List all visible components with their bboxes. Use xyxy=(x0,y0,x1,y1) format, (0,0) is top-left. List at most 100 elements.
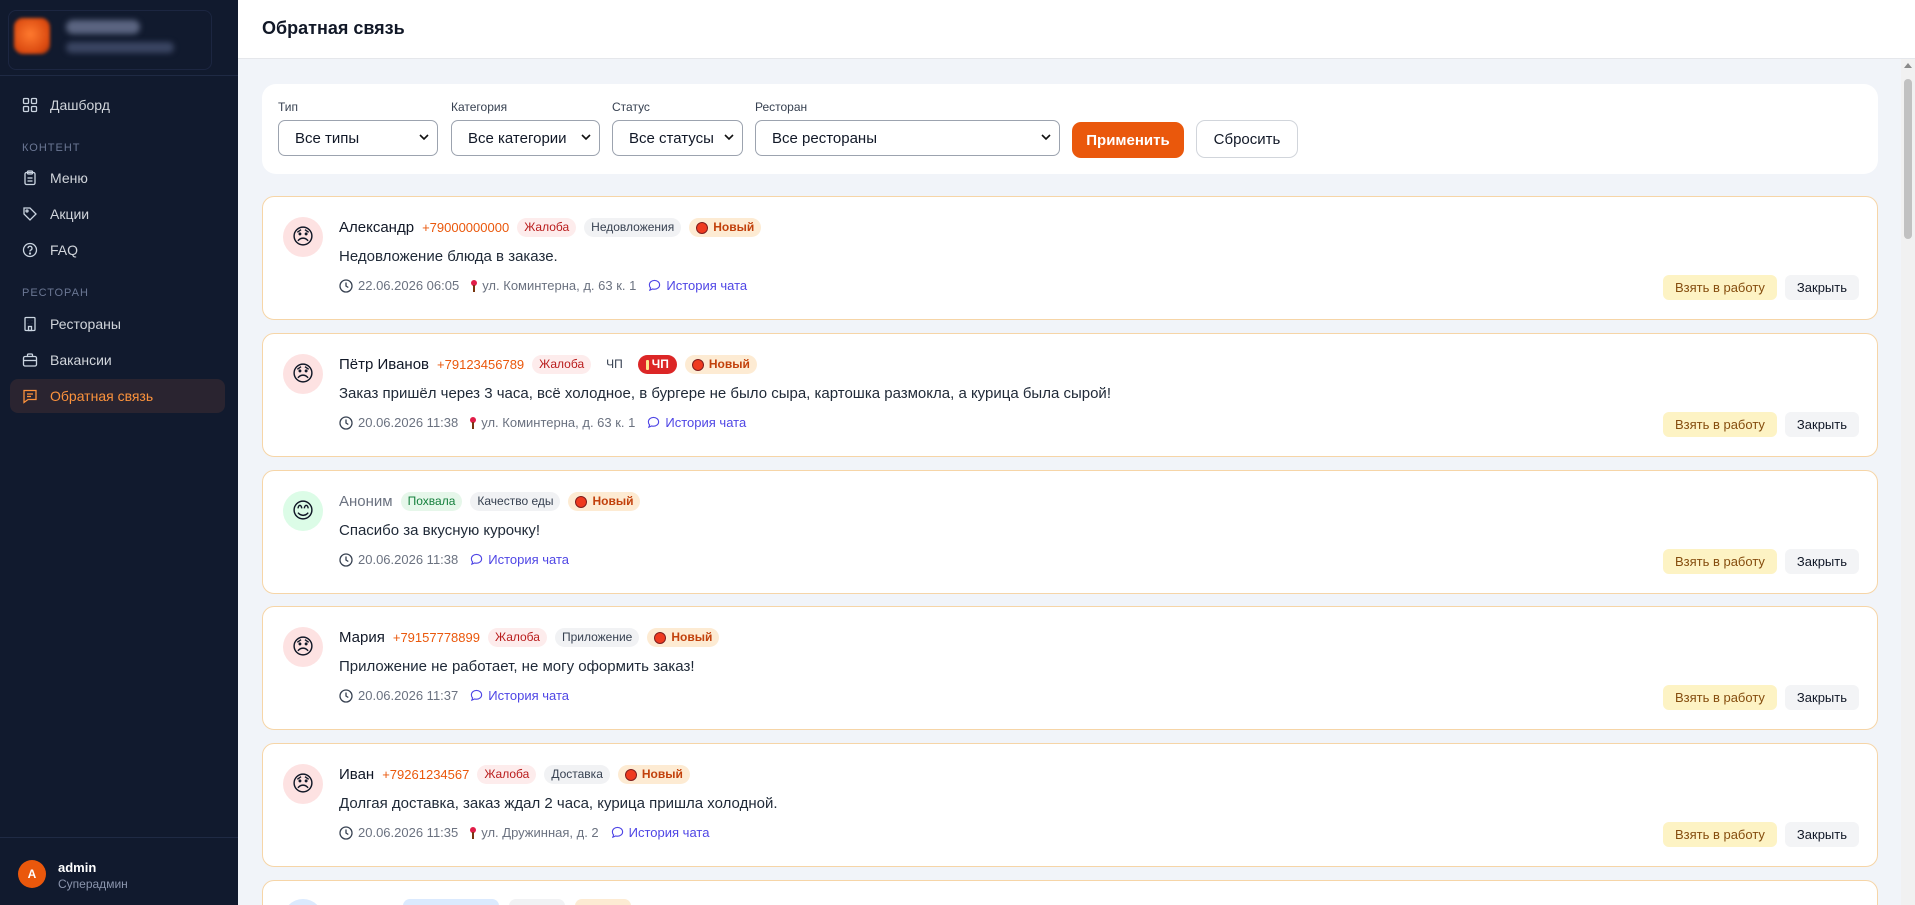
feedback-date: 20.06.2026 11:35 xyxy=(358,825,459,840)
filter-status-label: Статус xyxy=(612,100,650,114)
take-in-work-button[interactable]: Взять в работу xyxy=(1662,822,1777,847)
feedback-author: Аноним xyxy=(339,493,393,510)
take-in-work-button[interactable]: Взять в работу xyxy=(1662,412,1777,437)
scroll-up-arrow-icon[interactable] xyxy=(1904,63,1912,68)
filter-type-select[interactable]: Все типы xyxy=(278,120,438,156)
filter-category-select[interactable]: Все категории xyxy=(451,120,600,156)
building-icon xyxy=(22,316,38,332)
status-badge: Новый xyxy=(647,628,720,647)
sidebar-item-vacancies[interactable]: Вакансии xyxy=(10,343,225,377)
status-badge xyxy=(575,899,631,905)
feedback-card: 😞 Пётр Иванов +79123456789 Жалоба ЧП ЧП … xyxy=(262,333,1878,457)
emergency-label: ЧП xyxy=(651,357,669,371)
feedback-date: 20.06.2026 11:38 xyxy=(358,552,459,567)
status-badge: Новый xyxy=(568,492,641,511)
close-feedback-button[interactable]: Закрыть xyxy=(1784,412,1859,437)
type-badge: Жалоба xyxy=(477,765,537,784)
status-label: Новый xyxy=(671,630,713,644)
scrollbar-thumb[interactable] xyxy=(1904,79,1912,239)
sidebar-item-label: Дашборд xyxy=(50,97,110,113)
chat-history-label: История чата xyxy=(666,278,748,293)
close-feedback-button[interactable]: Закрыть xyxy=(1784,275,1859,300)
take-in-work-button[interactable]: Взять в работу xyxy=(1662,685,1777,710)
category-badge: Доставка xyxy=(544,765,610,784)
feedback-card: 😞 Иван +79261234567 Жалоба Доставка Новы… xyxy=(262,743,1878,867)
sidebar-item-menu[interactable]: Меню xyxy=(10,161,225,195)
user-name: admin xyxy=(58,860,97,875)
type-badge: Жалоба xyxy=(487,628,547,647)
feedback-author: Александр xyxy=(339,219,415,236)
take-in-work-button[interactable]: Взять в работу xyxy=(1662,549,1777,574)
filter-type-value: Все типы xyxy=(295,129,360,147)
chat-history-link[interactable]: История чата xyxy=(470,688,569,703)
avatar: A xyxy=(18,860,46,888)
feedback-message: Недовложение блюда в заказе. xyxy=(339,248,558,265)
feedback-message: Приложение не работает, не могу оформить… xyxy=(339,658,695,675)
filter-restaurant-select[interactable]: Все рестораны xyxy=(755,120,1060,156)
chat-history-link[interactable]: История чата xyxy=(470,552,569,567)
grid-icon xyxy=(22,97,38,113)
briefcase-icon xyxy=(22,352,38,368)
chat-bubble-icon xyxy=(648,416,660,429)
feedback-message: Долгая доставка, заказ ждал 2 часа, кури… xyxy=(339,795,778,812)
status-badge: Новый xyxy=(689,218,762,237)
status-label: Новый xyxy=(592,494,634,508)
sidebar-item-feedback[interactable]: Обратная связь xyxy=(10,379,225,413)
chat-history-label: История чата xyxy=(628,825,710,840)
feedback-phone[interactable]: +79000000000 xyxy=(422,220,509,235)
filter-category-value: Все категории xyxy=(468,129,567,147)
scrollbar[interactable] xyxy=(1901,59,1915,905)
user-profile[interactable]: A admin Суперадмин xyxy=(0,837,238,905)
type-badge: Жалоба xyxy=(532,355,592,374)
feedback-card: 😊 Аноним Похвала Качество еды Новый Спас… xyxy=(262,470,1878,594)
map-pin-icon xyxy=(470,826,477,839)
category-badge: ЧП xyxy=(606,357,623,371)
feedback-phone[interactable]: +79157778899 xyxy=(393,630,480,645)
sidebar-item-faq[interactable]: FAQ xyxy=(10,233,225,267)
sidebar-item-label: Рестораны xyxy=(50,316,121,332)
feedback-date: 22.06.2026 06:05 xyxy=(358,278,460,293)
feedback-date: 20.06.2026 11:38 xyxy=(358,415,459,430)
take-in-work-button[interactable]: Взять в работу xyxy=(1662,275,1777,300)
close-feedback-button[interactable]: Закрыть xyxy=(1784,685,1859,710)
reset-button[interactable]: Сбросить xyxy=(1196,120,1298,158)
apply-button[interactable]: Применить xyxy=(1072,122,1184,158)
feedback-phone[interactable]: +79261234567 xyxy=(382,767,469,782)
filters-panel: Тип Все типы Категория Все категории Ста… xyxy=(262,84,1878,174)
feedback-author: Мария xyxy=(339,629,385,646)
feedback-address: ул. Дружинная, д. 2 xyxy=(481,825,599,840)
close-feedback-button[interactable]: Закрыть xyxy=(1784,549,1859,574)
page-header: Обратная связь xyxy=(238,0,1915,59)
chat-history-link[interactable]: История чата xyxy=(647,415,746,430)
sidebar-item-promotions[interactable]: Акции xyxy=(10,197,225,231)
feedback-address: ул. Коминтерна, д. 63 к. 1 xyxy=(481,415,636,430)
category-badge xyxy=(509,899,565,905)
chat-history-label: История чата xyxy=(665,415,747,430)
sidebar-item-restaurants[interactable]: Рестораны xyxy=(10,307,225,341)
chat-history-label: История чата xyxy=(488,552,570,567)
status-label: Новый xyxy=(708,357,750,371)
chat-history-link[interactable]: История чата xyxy=(648,278,747,293)
brand-logo xyxy=(14,18,50,54)
sidebar-item-label: Акции xyxy=(50,206,90,222)
close-feedback-button[interactable]: Закрыть xyxy=(1784,822,1859,847)
status-badge: Новый xyxy=(617,765,690,784)
brand-name-blurred xyxy=(66,20,140,34)
filter-status-select[interactable]: Все статусы xyxy=(612,120,743,156)
feedback-message: Заказ пришёл через 3 часа, всё холодное,… xyxy=(339,385,1111,402)
chat-bubble-icon xyxy=(611,826,623,839)
clipboard-icon xyxy=(22,170,38,186)
map-pin-icon xyxy=(470,416,477,429)
help-circle-icon xyxy=(22,242,38,258)
feedback-card: 😞 Мария +79157778899 Жалоба Приложение Н… xyxy=(262,606,1878,730)
brand-area xyxy=(0,0,238,76)
brand-subtitle-blurred xyxy=(66,42,174,53)
sidebar-item-dashboard[interactable]: Дашборд xyxy=(10,88,225,122)
sidebar-item-label: Меню xyxy=(50,170,88,186)
smiling-face-icon: 😊 xyxy=(283,491,323,531)
feedback-date: 20.06.2026 11:37 xyxy=(358,688,459,703)
feedback-phone[interactable]: +79123456789 xyxy=(437,357,524,372)
filter-status-value: Все статусы xyxy=(629,129,714,147)
red-circle-icon xyxy=(624,768,637,781)
chat-history-link[interactable]: История чата xyxy=(611,825,710,840)
